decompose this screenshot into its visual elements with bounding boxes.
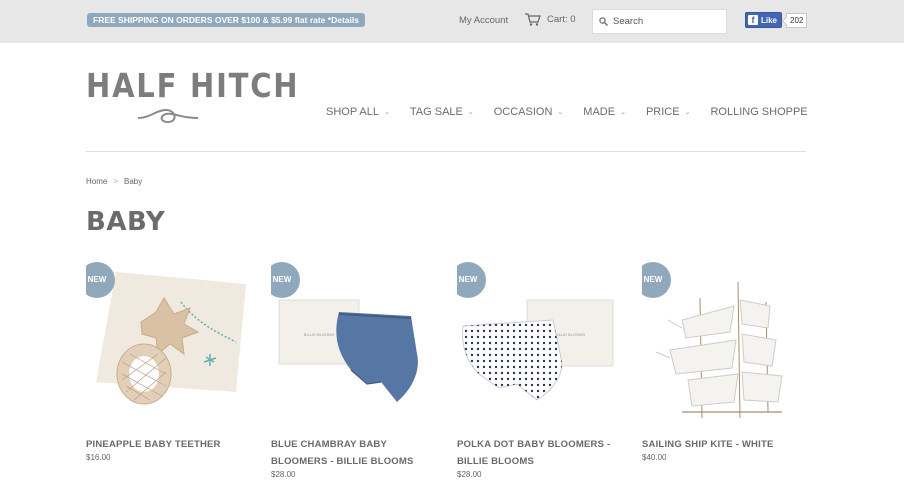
product-image-polka-bloomers[interactable]: NEW BILLIE BLOOMS [457,262,621,424]
cart-icon [525,13,541,26]
nav-price[interactable]: PRICE ⌄ [646,106,691,118]
breadcrumb-separator: > [113,177,119,186]
half-hitch-logo[interactable]: HALF HITCH [86,66,300,132]
product-name[interactable]: BLUE CHAMBRAY BABY BLOOMERS - BILLIE BLO… [271,436,435,470]
search-input[interactable] [613,16,723,27]
product-image-teether[interactable]: NEW [86,262,250,424]
knot-icon [137,108,199,124]
my-account-link[interactable]: My Account [459,15,508,26]
header-divider [86,151,806,152]
product-name[interactable]: SAILING SHIP KITE - WHITE [642,436,806,453]
nav-label: MADE [583,106,616,118]
product-image-chambray-bloomers[interactable]: NEW BILLIE BLOOMS [271,262,435,424]
product-card[interactable]: NEW SAILING SHIP KITE - WHITE $40.00 [642,262,806,462]
facebook-like-label: Like [761,15,778,25]
top-bar: FREE SHIPPING ON ORDERS OVER $100 & $5.9… [0,0,904,43]
chevron-down-icon: ⌄ [684,109,691,116]
svg-text:BILLIE BLOOMS: BILLIE BLOOMS [304,332,335,337]
nav-shop-all[interactable]: SHOP ALL ⌄ [326,106,390,118]
breadcrumb-current: Baby [124,177,143,186]
logo-text: HALF HITCH [86,66,300,105]
chevron-down-icon: ⌄ [384,109,390,116]
breadcrumb: Home > Baby [86,177,142,186]
nav-label: PRICE [645,106,680,118]
product-card[interactable]: NEW BILLIE BLOOMS BLUE CHAMBRAY BABY BLO… [271,262,435,479]
page-title: BABY [86,207,166,237]
facebook-like[interactable]: f Like 202 [745,12,808,28]
svg-text:BILLIE BLOOMS: BILLIE BLOOMS [555,332,586,337]
nav-label: ROLLING SHOPPE [710,106,808,118]
breadcrumb-home[interactable]: Home [86,177,107,186]
product-card[interactable]: NEW BILLIE BLOOMS POLKA DOT BABY BLOOMER… [457,262,621,479]
product-price: $16.00 [86,453,111,462]
cart-count: Cart: 0 [547,14,576,25]
cart-link[interactable]: Cart: 0 [525,13,576,26]
facebook-icon: f [748,15,758,25]
chevron-down-icon: ⌄ [557,109,564,116]
search-box[interactable] [592,9,727,34]
nav-label: TAG SALE [409,106,463,118]
product-name[interactable]: PINEAPPLE BABY TEETHER [86,436,250,453]
nav-made[interactable]: MADE ⌄ [583,106,626,118]
product-name[interactable]: POLKA DOT BABY BLOOMERS - BILLIE BLOOMS [457,436,621,470]
product-image-ship-kite[interactable]: NEW [642,262,806,424]
free-shipping-banner[interactable]: FREE SHIPPING ON ORDERS OVER $100 & $5.9… [87,13,365,27]
search-icon [599,17,608,26]
facebook-like-count: 202 [786,12,808,28]
product-price: $40.00 [642,453,667,462]
nav-label: SHOP ALL [326,106,379,118]
chevron-down-icon: ⌄ [620,109,626,116]
product-card[interactable]: NEW PINEAPPLE BABY TEETHER $16.00 [86,262,250,462]
nav-label: OCCASION [493,106,553,118]
main-nav: SHOP ALL ⌄ TAG SALE ⌄ OCCASION ⌄ MADE ⌄ PRIC… [326,106,808,118]
facebook-like-button[interactable]: f Like [745,12,783,28]
chevron-down-icon: ⌄ [467,109,474,116]
nav-rolling-shoppe[interactable]: ROLLING SHOPPE [710,106,807,118]
nav-occasion[interactable]: OCCASION ⌄ [494,106,564,118]
nav-tag-sale[interactable]: TAG SALE ⌄ [410,106,474,118]
product-price: $28.00 [271,470,296,479]
product-price: $28.00 [457,470,482,479]
